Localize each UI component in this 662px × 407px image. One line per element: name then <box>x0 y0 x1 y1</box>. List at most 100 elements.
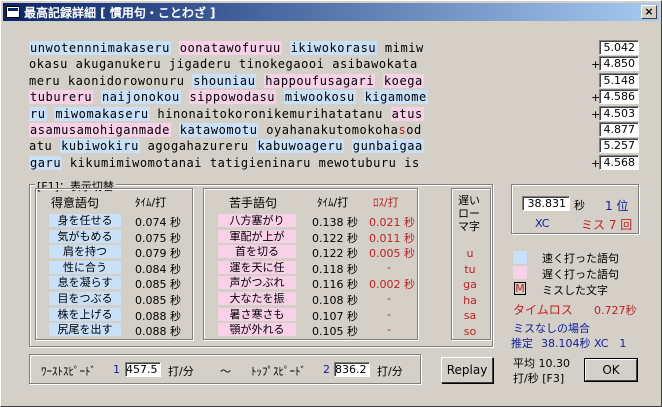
fast-phrase: unwotennnimakaseru <box>29 41 171 55</box>
legend-fast-swatch <box>513 251 527 264</box>
good-phrase-time: 0.085 秒 <box>135 294 181 307</box>
bad-phrase-time: 0.107 秒 <box>312 309 358 323</box>
tilde-separator: 〜 <box>220 365 231 378</box>
bad-phrase-loss: 0.002 秒 <box>369 278 415 292</box>
line-plus-marker: + <box>591 91 601 105</box>
bad-phrase-loss: - <box>387 260 391 274</box>
line-plus-marker: + <box>591 156 601 170</box>
slow-phrase: atus <box>390 106 424 121</box>
slow-romaji-char: so <box>463 324 477 338</box>
plain-text <box>171 41 179 55</box>
good-phrases-header: 得意語句 <box>51 196 100 210</box>
bad-time-header: ﾀｲﾑ/打 <box>317 196 349 209</box>
time-unit: 秒 <box>574 199 585 212</box>
fast-phrase: miwomakaseru <box>54 106 150 121</box>
line-time-field: 5.257 <box>599 138 639 154</box>
slow-phrase: happoufusagari <box>264 73 376 88</box>
bad-phrase: 声がつぶれ <box>218 276 296 290</box>
record-detail-window: 最高記録詳細 [ 慣用句・ことわざ ] × unwotennnimakaseru… <box>0 0 662 407</box>
typed-text-area: unwotennnimakaseru oonatawofuruu ikiwoko… <box>29 40 585 171</box>
top-speed-unit: 打/分 <box>377 365 403 378</box>
top-speed-label: ﾄｯﾌﾟｽﾋﾟｰﾄﾞ <box>251 365 306 378</box>
plain-text: mimiw <box>377 41 424 55</box>
fast-phrase: garu <box>29 155 63 170</box>
bad-phrase-loss: 0.021 秒 <box>369 216 415 229</box>
good-phrase: 身を任せる <box>49 214 121 227</box>
bad-phrase-loss: 0.005 秒 <box>369 247 415 261</box>
slow-phrase: oonatawofuruu <box>178 41 282 55</box>
top-speed-field: 836.2 <box>334 362 370 377</box>
window-icon <box>6 6 20 18</box>
line-time-field: 4.503 <box>599 105 639 121</box>
fast-phrase: kabuwoageru <box>256 139 345 154</box>
plain-text: od <box>406 122 422 137</box>
ok-button[interactable]: OK <box>584 358 638 382</box>
plain-text: hinonaitokoronikemurihatatanu <box>149 106 391 121</box>
slow-header-line: マ字 <box>458 220 480 233</box>
slow-romaji-char: ga <box>463 278 477 291</box>
line-time-field: 4.850 <box>599 56 639 72</box>
good-phrase-time: 0.088 秒 <box>135 309 181 323</box>
good-phrase: 尻尾を出す <box>49 323 121 337</box>
miss-count: ミス 7 回 <box>581 218 633 232</box>
good-phrase: 肩を持つ <box>49 245 121 259</box>
legend-fast-label: 速く打った語句 <box>542 252 619 265</box>
typed-line: meru kaonidorowonuru shouniau happoufusa… <box>29 73 585 89</box>
good-phrase: 気がもめる <box>49 229 121 243</box>
bad-phrase: 運を天に任 <box>218 260 296 274</box>
line-time-field: 4.568 <box>599 154 639 170</box>
plain-text <box>52 139 60 153</box>
good-time-header: ﾀｲﾑ/打 <box>135 196 167 209</box>
fast-phrase: ru <box>29 106 47 121</box>
good-phrase-time: 0.074 秒 <box>135 216 181 229</box>
plain-text: oyahanakutomokoha <box>258 122 399 137</box>
fast-phrase: shouniau <box>192 73 257 88</box>
bad-phrase: 暑さ寒さも <box>218 307 296 321</box>
plain-text <box>171 123 179 137</box>
plain-text <box>93 90 101 104</box>
good-phrase: 目をつぶる <box>49 292 121 305</box>
legend-miss-mark: M <box>514 282 526 295</box>
slow-romaji-char: ha <box>463 293 477 307</box>
typed-line: okasu akuganukeru jigaderu tinokegaooi a… <box>29 56 585 72</box>
typed-line: garu kikumimiwomotanai tatigieninaru mew… <box>29 155 585 171</box>
fast-phrase: miwookosu <box>283 90 356 105</box>
nomiss-label: ミスなしの場合 <box>513 322 590 335</box>
plain-text <box>356 90 364 104</box>
timeloss-value: 0.727秒 <box>594 304 637 317</box>
avg-speed-shortcut: 打/秒 [F3] <box>513 372 565 385</box>
bad-phrase-time: 0.118 秒 <box>312 262 358 276</box>
slow-romaji-char: tu <box>464 262 476 276</box>
bad-phrase-time: 0.138 秒 <box>312 216 358 229</box>
fast-phrase: ikiwokorasu <box>289 41 378 55</box>
good-phrase: 株を上げる <box>49 307 121 321</box>
line-plus-marker: + <box>591 58 601 72</box>
bad-phrase-time: 0.105 秒 <box>312 325 358 339</box>
title-bar: 最高記録詳細 [ 慣用句・ことわざ ] × <box>3 3 659 21</box>
line-time-field: 5.042 <box>599 40 639 55</box>
plain-text <box>282 41 290 55</box>
window-title: 最高記録詳細 [ 慣用句・ことわざ ] <box>24 5 216 20</box>
bad-phrase-time: 0.122 秒 <box>312 231 358 245</box>
bad-phrase-loss: - <box>387 307 391 321</box>
bad-phrase: 大なたを振 <box>218 292 296 305</box>
good-phrase-time: 0.088 秒 <box>135 325 181 339</box>
typed-line: atu kubiwokiru agogahazureru kabuwoageru… <box>29 138 585 154</box>
slow-phrase: sippowodasu <box>188 90 277 105</box>
close-button[interactable]: × <box>641 5 657 19</box>
plain-text: kikumimiwomotanai tatigieninaru mewotubu… <box>62 155 420 170</box>
worst-speed-field: 457.5 <box>125 362 161 377</box>
good-phrase-time: 0.079 秒 <box>135 247 181 261</box>
bad-phrase: 顎が外れる <box>218 323 296 337</box>
typed-line: asamusamohiganmade katawomotu oyahanakut… <box>29 122 585 138</box>
line-time-field: 5.148 <box>599 72 639 88</box>
legend-slow-label: 遅く打った語句 <box>542 268 619 281</box>
bad-phrase: 軍配が上が <box>218 229 296 243</box>
plain-text <box>181 90 189 104</box>
timeloss-label: タイムロス <box>513 303 573 317</box>
replay-button[interactable]: Replay <box>441 357 493 383</box>
fast-phrase: katawomotu <box>178 122 259 137</box>
bad-phrase-time: 0.122 秒 <box>312 247 358 261</box>
estimate-value: 38.104秒 XC 1 <box>541 337 627 350</box>
good-phrase: 息を凝らす <box>49 276 121 290</box>
